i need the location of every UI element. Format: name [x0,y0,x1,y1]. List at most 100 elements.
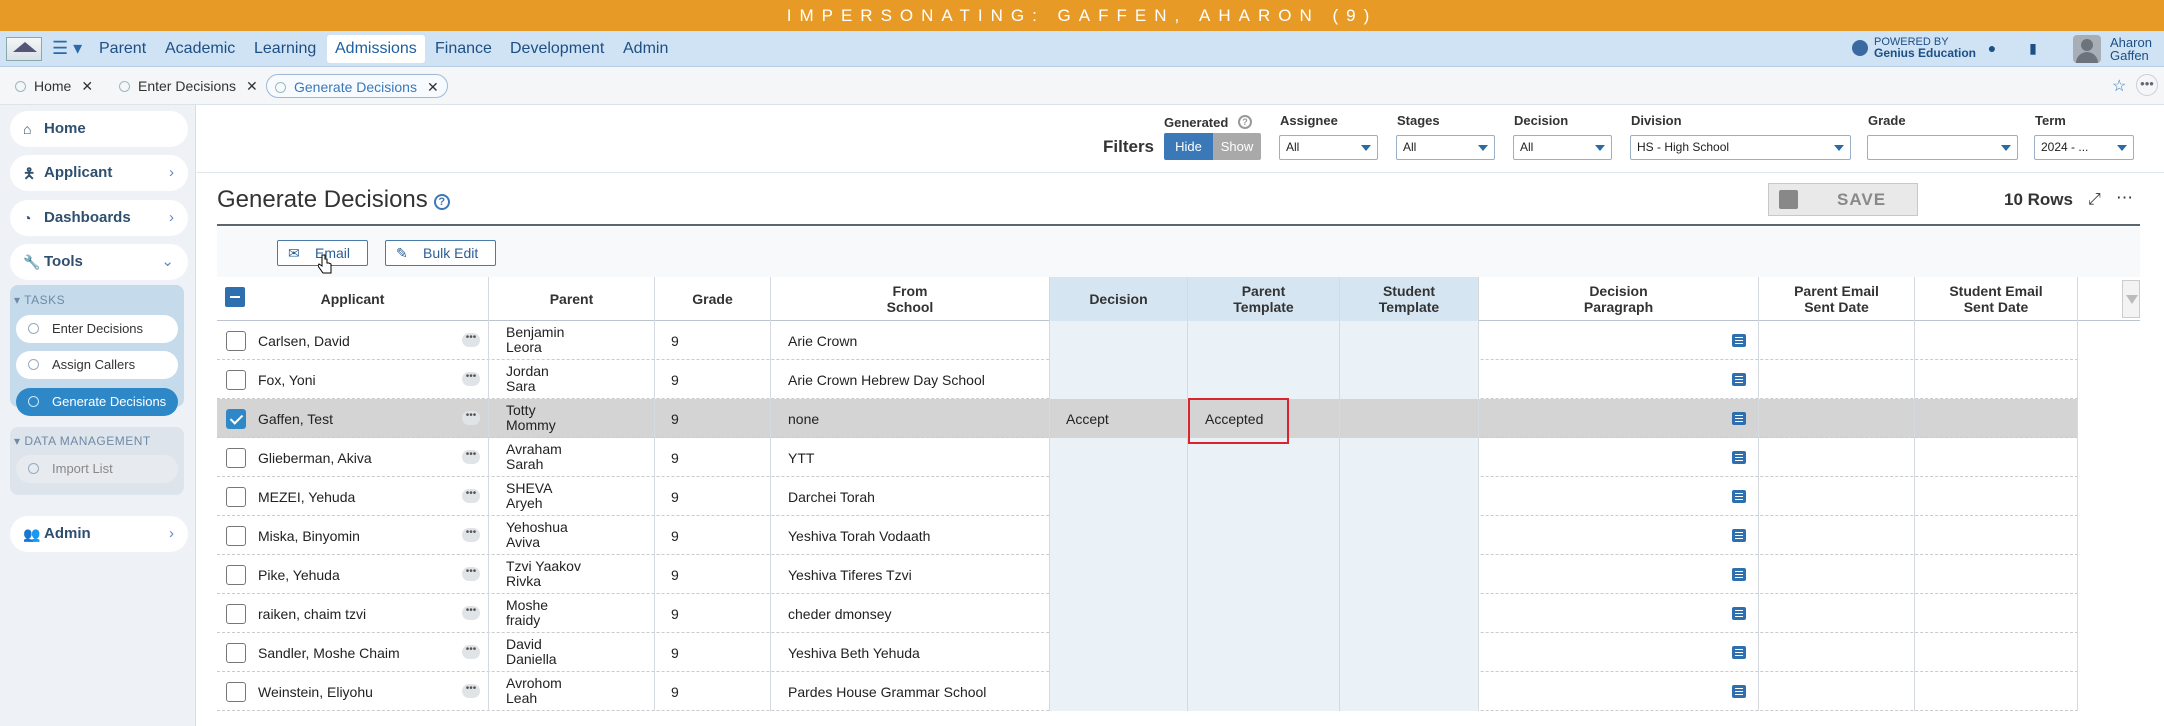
applicant-cell[interactable]: Fox, Yoni ••• [217,360,489,399]
table-row[interactable]: raiken, chaim tzvi ••• Moshe fraidy 9 cheder … [217,594,2078,633]
nav-academic[interactable]: Academic [165,31,235,67]
student-template-cell[interactable] [1340,633,1479,672]
row-actions-icon[interactable]: ••• [462,645,480,659]
row-actions-icon[interactable]: ••• [462,372,480,386]
table-row[interactable]: Miska, Binyomin ••• Yehoshua Aviva 9 Yeshiva … [217,516,2078,555]
select-all-checkbox[interactable] [225,287,245,307]
school-logo[interactable] [6,37,42,61]
generated-show-toggle[interactable]: Show [1213,133,1261,160]
col-applicant[interactable]: Applicant [217,277,489,321]
decision-paragraph-cell[interactable] [1479,477,1759,516]
decision-paragraph-cell[interactable] [1479,360,1759,399]
applicant-name[interactable]: Fox, Yoni [258,372,316,388]
row-checkbox[interactable] [226,526,246,546]
student-template-cell[interactable] [1340,360,1479,399]
row-checkbox[interactable] [226,565,246,585]
decision-paragraph-cell[interactable] [1479,594,1759,633]
applicant-name[interactable]: Weinstein, Eliyohu [258,684,373,700]
student-template-cell[interactable] [1340,321,1479,360]
parent-template-cell[interactable] [1188,594,1340,633]
tab-home[interactable]: Home ✕ [15,74,93,98]
decision-cell[interactable] [1050,672,1188,711]
paragraph-icon[interactable] [1732,334,1746,347]
save-button[interactable]: SAVE [1768,183,1918,216]
col-student-email-sent[interactable]: Student Email Sent Date [1915,277,2078,321]
chat-icon[interactable]: ● [1984,40,2000,56]
decision-cell[interactable]: Accept [1050,399,1188,438]
decision-cell[interactable] [1050,321,1188,360]
decision-cell[interactable] [1050,360,1188,399]
row-actions-icon[interactable]: ••• [462,489,480,503]
table-row[interactable]: Fox, Yoni ••• Jordan Sara 9 Arie Crown Hebrew… [217,360,2078,399]
close-icon[interactable]: ✕ [81,78,93,94]
paragraph-icon[interactable] [1732,607,1746,620]
student-template-cell[interactable] [1340,672,1479,711]
paragraph-icon[interactable] [1732,685,1746,698]
tab-enter-decisions[interactable]: Enter Decisions ✕ [119,74,258,98]
col-parent-email-sent[interactable]: Parent Email Sent Date [1759,277,1915,321]
paragraph-icon[interactable] [1732,568,1746,581]
expand-icon[interactable]: ⤢ [2088,191,2101,209]
decision-paragraph-cell[interactable] [1479,633,1759,672]
paragraph-icon[interactable] [1732,529,1746,542]
close-icon[interactable]: ✕ [427,79,439,95]
lock-icon[interactable]: ▮ [2025,40,2041,56]
sidebar-item-dashboards[interactable]: ◔ Dashboards › [10,200,188,236]
tab-generate-decisions[interactable]: Generate Decisions ✕ [266,74,448,98]
row-checkbox[interactable] [226,643,246,663]
parent-template-cell[interactable] [1188,477,1340,516]
term-select[interactable]: 2024 - ... [2034,135,2134,160]
applicant-name[interactable]: Glieberman, Akiva [258,450,372,466]
decision-paragraph-cell[interactable] [1479,399,1759,438]
table-row[interactable]: MEZEI, Yehuda ••• SHEVA Aryeh 9 Darchei Torah [217,477,2078,516]
close-icon[interactable]: ✕ [246,78,258,94]
parent-template-cell[interactable] [1188,633,1340,672]
decision-cell[interactable] [1050,438,1188,477]
decision-paragraph-cell[interactable] [1479,555,1759,594]
col-decision[interactable]: Decision [1050,277,1188,321]
assignee-select[interactable]: All [1279,135,1378,160]
applicant-cell[interactable]: Pike, Yehuda ••• [217,555,489,594]
grade-select[interactable] [1867,135,2018,160]
parent-template-cell[interactable] [1188,555,1340,594]
row-actions-icon[interactable]: ••• [462,684,480,698]
more-options-icon[interactable]: ⋯ [2116,188,2133,208]
col-from-school[interactable]: From School [771,277,1050,321]
table-row[interactable]: Sandler, Moshe Chaim ••• David Daniella 9 Yes… [217,633,2078,672]
row-actions-icon[interactable]: ••• [462,528,480,542]
student-template-cell[interactable] [1340,594,1479,633]
decision-cell[interactable] [1050,477,1188,516]
table-row[interactable]: Pike, Yehuda ••• Tzvi Yaakov Rivka 9 Yeshiva … [217,555,2078,594]
decision-paragraph-cell[interactable] [1479,321,1759,360]
nav-learning[interactable]: Learning [254,31,316,67]
row-checkbox[interactable] [226,487,246,507]
row-actions-icon[interactable]: ••• [462,606,480,620]
row-actions-icon[interactable]: ••• [462,411,480,425]
stages-select[interactable]: All [1396,135,1495,160]
applicant-cell[interactable]: Gaffen, Test ••• [217,399,489,438]
division-select[interactable]: HS - High School [1630,135,1851,160]
row-checkbox[interactable] [226,604,246,624]
sidebar-item-enter-decisions[interactable]: Enter Decisions [16,315,178,343]
favorite-star-icon[interactable]: ☆ [2112,76,2126,96]
parent-template-cell[interactable] [1188,360,1340,399]
generated-hide-toggle[interactable]: Hide [1164,133,1213,160]
decision-paragraph-cell[interactable] [1479,672,1759,711]
student-template-cell[interactable] [1340,555,1479,594]
table-row[interactable]: Glieberman, Akiva ••• Avraham Sarah 9 YTT [217,438,2078,477]
applicant-cell[interactable]: Glieberman, Akiva ••• [217,438,489,477]
more-options-icon[interactable]: ••• [2136,74,2158,96]
row-actions-icon[interactable]: ••• [462,567,480,581]
nav-parent[interactable]: Parent [99,31,146,67]
parent-template-cell[interactable] [1188,672,1340,711]
applicant-name[interactable]: Carlsen, David [258,333,350,349]
decision-cell[interactable] [1050,555,1188,594]
row-checkbox[interactable] [226,331,246,351]
sidebar-item-generate-decisions[interactable]: Generate Decisions [16,388,178,416]
paragraph-icon[interactable] [1732,451,1746,464]
decision-select[interactable]: All [1513,135,1612,160]
sidebar-item-assign-callers[interactable]: Assign Callers [16,351,178,379]
applicant-cell[interactable]: Carlsen, David ••• [217,321,489,360]
avatar[interactable] [2073,35,2101,63]
decision-cell[interactable] [1050,516,1188,555]
